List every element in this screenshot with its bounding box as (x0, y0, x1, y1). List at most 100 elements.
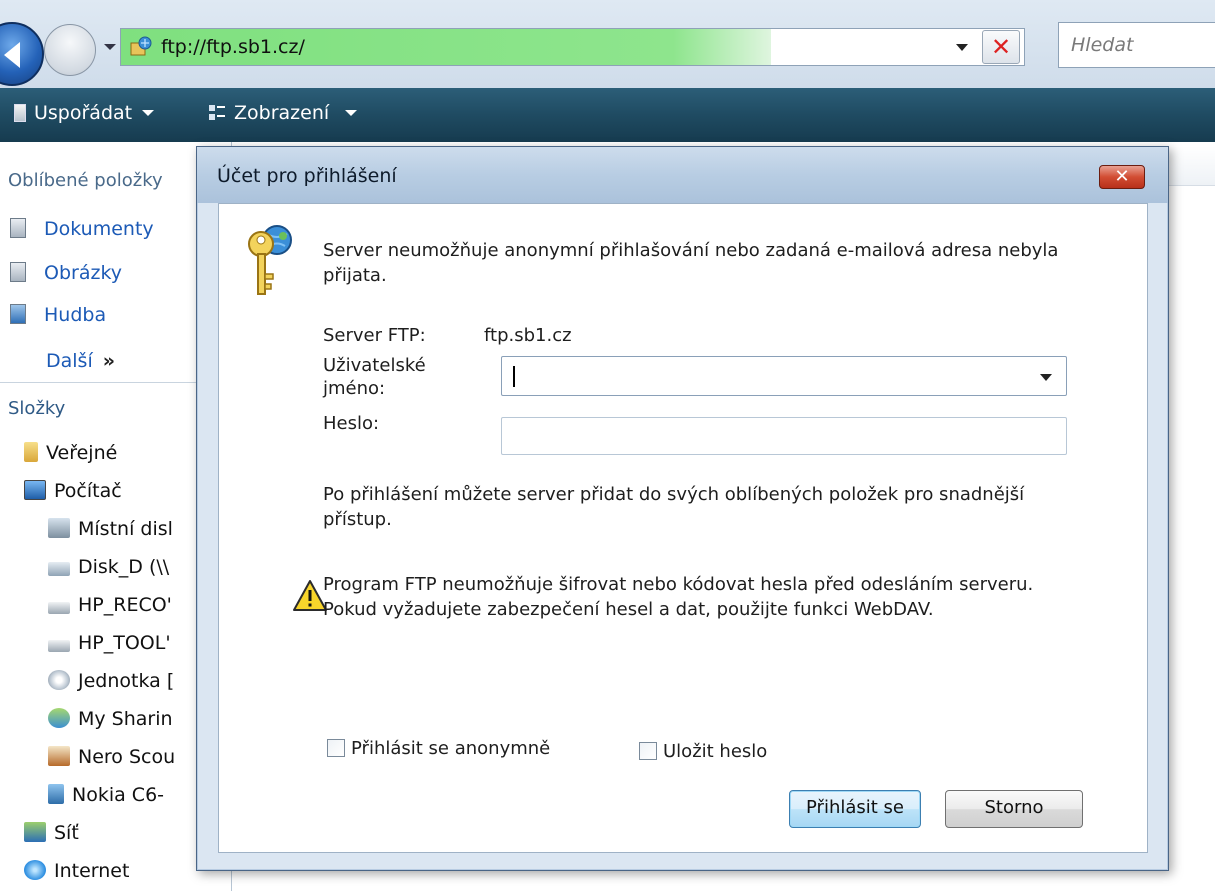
folder-item-network[interactable]: Síť (24, 822, 79, 844)
folder-label: Internet (54, 860, 130, 882)
favorite-item-music[interactable]: Hudba (10, 304, 106, 326)
folder-icon (24, 442, 38, 462)
optical-drive-icon (48, 670, 70, 690)
username-label: Uživatelské jméno: (323, 354, 426, 400)
login-dialog: Účet pro přihlášení ✕ Server neumožňuje … (196, 146, 1169, 871)
error-message: Server neumožňuje anonymní přihlašování … (323, 238, 1058, 288)
chevron-down-icon (142, 110, 155, 116)
dialog-title: Účet pro přihlášení (217, 165, 397, 187)
address-text: ftp://ftp.sb1.cz/ (161, 36, 305, 58)
search-placeholder: Hledat (1071, 34, 1134, 56)
checkbox-box[interactable] (327, 739, 345, 757)
folder-item-public[interactable]: Veřejné (24, 442, 117, 464)
login-button[interactable]: Přihlásit se (789, 790, 921, 828)
double-chevron-icon: » (102, 350, 116, 372)
drive-icon (48, 602, 70, 614)
folder-item-optical-drive[interactable]: Jednotka [ (48, 670, 174, 692)
folder-label: Veřejné (46, 442, 118, 464)
dialog-titlebar[interactable]: Účet pro přihlášení ✕ (197, 147, 1168, 203)
favorite-item-documents[interactable]: Dokumenty (10, 218, 154, 240)
organize-button[interactable]: Uspořádat (14, 102, 155, 124)
dialog-body: Server neumožňuje anonymní přihlašování … (218, 203, 1148, 853)
folder-item-my-sharing[interactable]: My Sharin (48, 708, 173, 730)
local-disk-icon (48, 518, 70, 538)
cancel-button[interactable]: Storno (945, 790, 1083, 828)
checkbox-box[interactable] (639, 742, 657, 760)
folder-label: HP_RECO' (78, 594, 172, 616)
server-value: ftp.sb1.cz (484, 325, 572, 346)
folder-label: Místní disl (78, 518, 173, 540)
close-icon: ✕ (1114, 166, 1130, 187)
info-message: Po přihlášení můžete server přidat do sv… (323, 482, 1024, 532)
error-message-line: Server neumožňuje anonymní přihlašování … (323, 240, 1059, 261)
network-drive-icon (48, 562, 70, 576)
address-dropdown-icon[interactable] (956, 44, 968, 51)
folder-item-local-disk[interactable]: Místní disl (48, 518, 173, 540)
organize-label: Uspořádat (34, 102, 133, 124)
password-label: Heslo: (323, 413, 380, 434)
username-combobox[interactable] (501, 356, 1067, 396)
more-label: Další (46, 350, 93, 372)
recent-pages-dropdown-icon[interactable] (104, 44, 116, 50)
views-button[interactable]: Zobrazení (208, 102, 358, 124)
folder-label: Jednotka [ (78, 670, 175, 692)
save-password-checkbox[interactable]: Uložit heslo (639, 741, 767, 762)
chevron-down-icon[interactable] (1040, 374, 1052, 381)
nero-scout-icon (48, 746, 70, 766)
error-message-line: přijata. (323, 265, 387, 286)
info-message-line: Po přihlášení můžete server přidat do sv… (323, 484, 1025, 505)
network-icon (24, 822, 46, 842)
favorite-label: Obrázky (44, 262, 123, 284)
folder-label: Počítač (54, 480, 122, 502)
folder-item-nero-scout[interactable]: Nero Scou (48, 746, 175, 768)
folder-label: HP_TOOL' (78, 632, 171, 654)
text-cursor (513, 366, 515, 387)
username-label-line: jméno: (323, 378, 386, 399)
server-label: Server FTP: (323, 325, 426, 346)
warning-message-line: Pokud vyžadujete zabezpečení hesel a dat… (323, 599, 934, 620)
folder-label: Disk_D (\\ (78, 556, 170, 578)
folder-label: Nero Scou (78, 746, 176, 768)
warning-message-line: Program FTP neumožňuje šifrovat nebo kód… (323, 574, 1034, 595)
views-icon (209, 105, 225, 120)
favorite-item-pictures[interactable]: Obrázky (10, 262, 122, 284)
documents-icon (10, 218, 26, 238)
music-icon (10, 304, 26, 324)
folder-label: Nokia C6- (72, 784, 165, 806)
folder-item-disk-d[interactable]: Disk_D (\\ (48, 556, 169, 578)
pictures-icon (10, 262, 26, 282)
back-button[interactable] (0, 22, 44, 86)
folder-item-computer[interactable]: Počítač (24, 480, 122, 502)
sharing-icon (48, 708, 70, 728)
folder-item-hp-tools[interactable]: HP_TOOL' (48, 632, 171, 654)
stop-button[interactable]: ✕ (982, 30, 1020, 64)
folder-label: My Sharin (78, 708, 173, 730)
password-field[interactable] (501, 417, 1067, 455)
views-label: Zobrazení (234, 102, 330, 124)
chevron-down-icon (345, 110, 358, 116)
save-password-label: Uložit heslo (663, 741, 768, 762)
address-field[interactable]: ftp://ftp.sb1.cz/ (120, 28, 1025, 66)
close-button[interactable]: ✕ (1099, 165, 1145, 189)
favorite-label: Dokumenty (44, 218, 154, 240)
anonymous-login-label: Přihlásit se anonymně (351, 738, 551, 759)
folder-label: Síť (54, 822, 79, 844)
back-arrow-icon (4, 42, 20, 68)
warning-message: Program FTP neumožňuje šifrovat nebo kód… (323, 572, 1033, 622)
ftp-location-icon (130, 36, 152, 56)
folder-item-internet[interactable]: Internet (24, 860, 129, 882)
folders-heading[interactable]: Složky (8, 398, 65, 419)
favorite-label: Hudba (44, 304, 107, 326)
forward-button[interactable] (44, 24, 96, 76)
computer-icon (24, 480, 46, 500)
organize-icon (14, 104, 26, 122)
internet-icon (24, 860, 46, 880)
more-favorites-link[interactable]: Další » (46, 350, 115, 372)
search-input[interactable]: Hledat (1058, 22, 1215, 68)
anonymous-login-checkbox[interactable]: Přihlásit se anonymně (327, 738, 550, 759)
favorites-heading: Oblíbené položky (8, 170, 163, 191)
folder-item-nokia[interactable]: Nokia C6- (48, 784, 164, 806)
info-message-line: přístup. (323, 509, 392, 530)
drive-icon (48, 640, 70, 652)
folder-item-hp-recovery[interactable]: HP_RECO' (48, 594, 172, 616)
